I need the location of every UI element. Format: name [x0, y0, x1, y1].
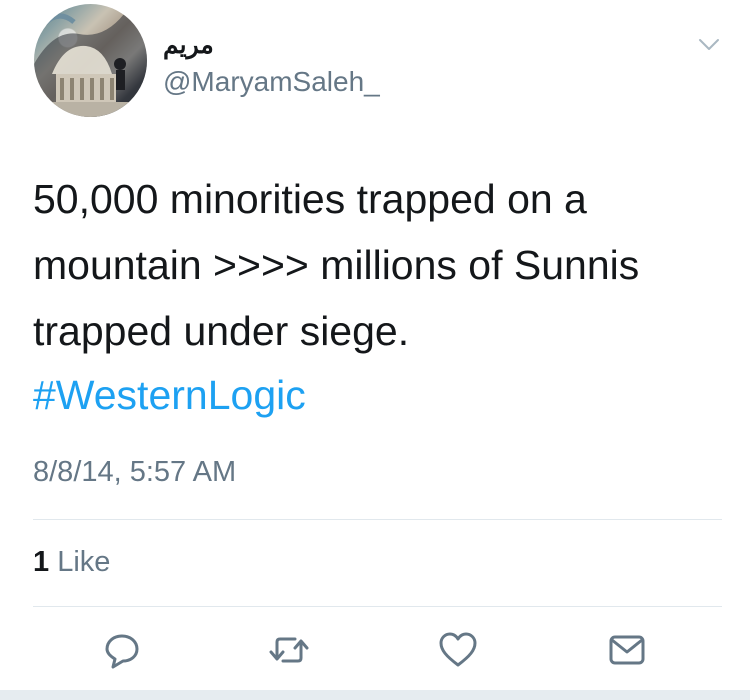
- likes-stat[interactable]: 1 Like: [33, 546, 110, 579]
- avatar-photo: [34, 4, 147, 117]
- like-icon: [439, 632, 477, 667]
- display-name[interactable]: مريم: [163, 30, 214, 60]
- tweet-text: 50,000 minorities trapped on a mountain …: [33, 166, 723, 364]
- retweet-icon: [269, 637, 309, 663]
- tweet-timestamp: 8/8/14, 5:57 AM: [33, 456, 237, 488]
- user-handle[interactable]: @MaryamSaleh_: [163, 66, 380, 98]
- profile-avatar[interactable]: [34, 4, 147, 117]
- reply-button[interactable]: [100, 628, 144, 672]
- hashtag-link[interactable]: #WesternLogic: [33, 367, 306, 423]
- chevron-down-icon[interactable]: [695, 30, 723, 58]
- direct-message-icon: [609, 635, 645, 665]
- divider: [33, 606, 722, 607]
- divider: [33, 519, 722, 520]
- tweet-text-line: mountain >>>> millions of Sunnis: [33, 242, 640, 288]
- tweet-text-line: trapped under siege.: [33, 308, 410, 354]
- likes-count: 1: [33, 546, 50, 578]
- likes-label: Like: [57, 546, 111, 578]
- bottom-separator: [0, 690, 750, 700]
- direct-message-button[interactable]: [605, 628, 649, 672]
- reply-icon: [105, 634, 139, 669]
- retweet-button[interactable]: [267, 628, 311, 672]
- like-button[interactable]: [436, 628, 480, 672]
- tweet-text-line: 50,000 minorities trapped on a: [33, 176, 587, 222]
